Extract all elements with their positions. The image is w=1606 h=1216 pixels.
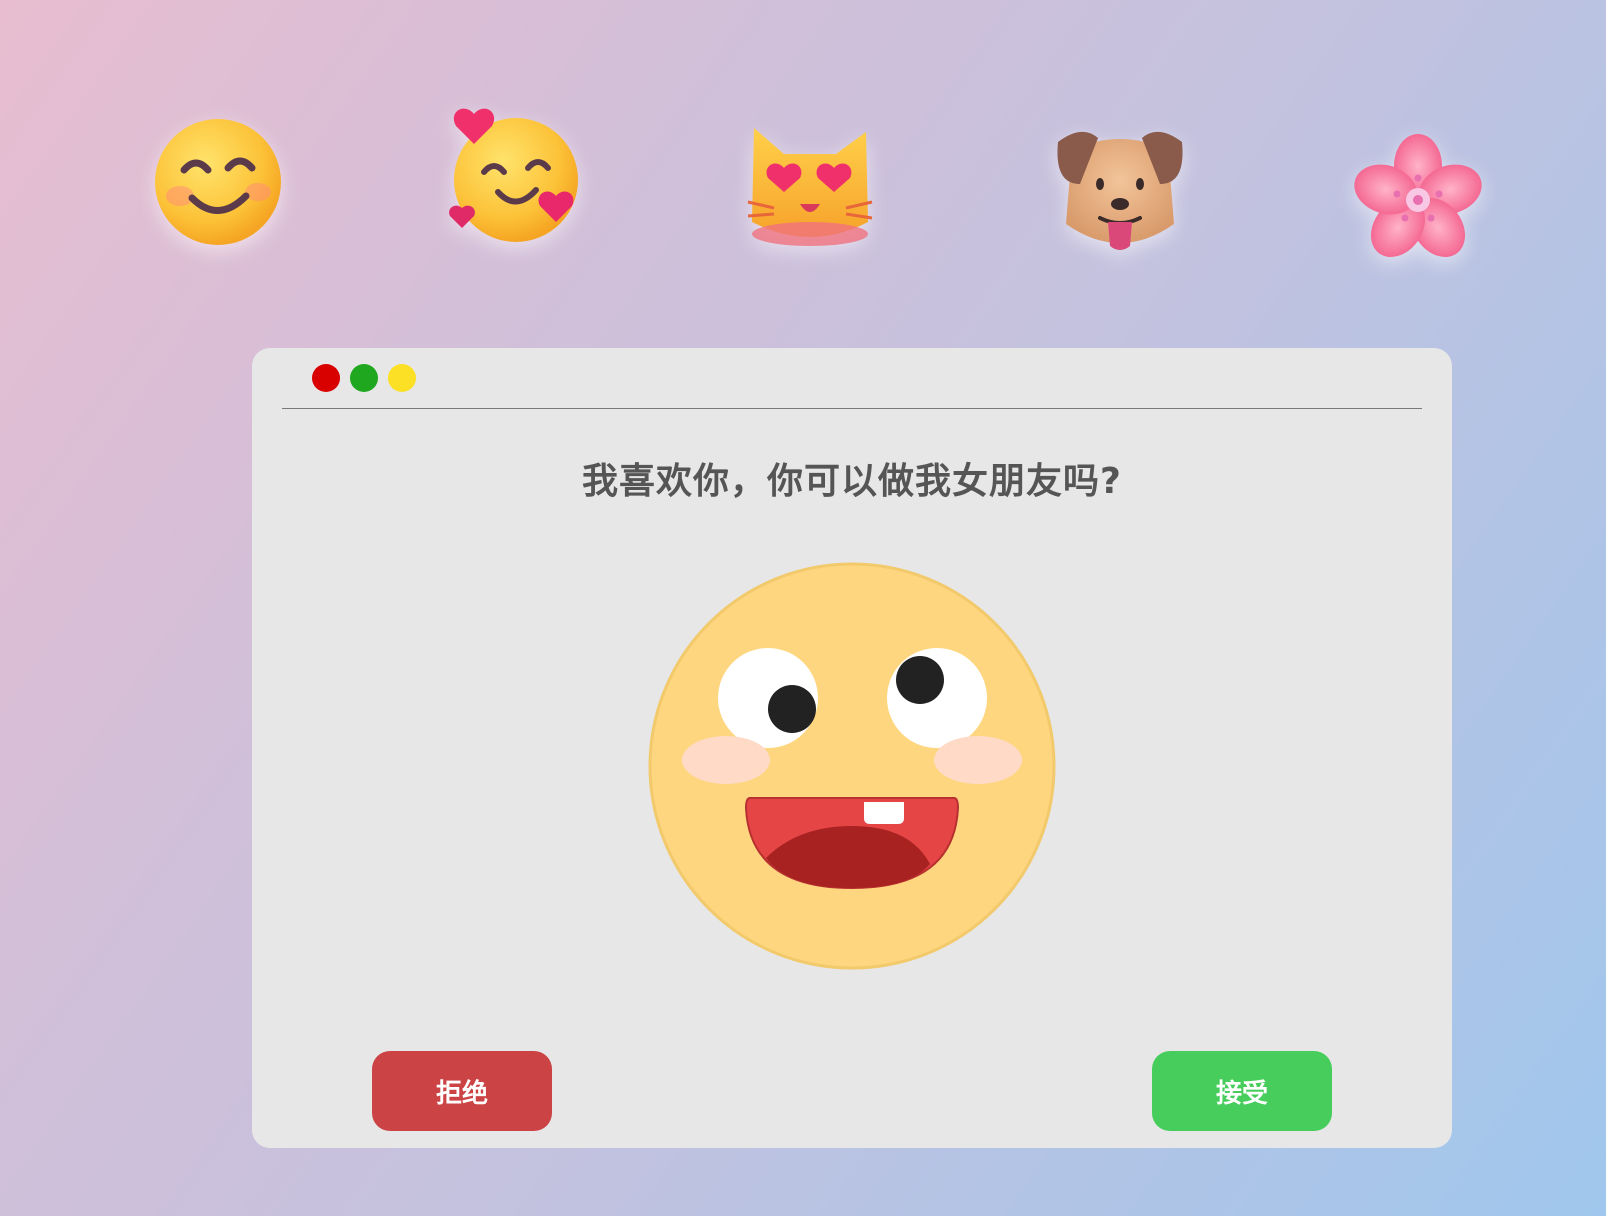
smiling-face-with-hearts-icon [449,108,578,242]
decorative-emoji-row [0,0,1606,300]
excited-face-icon [648,562,1056,970]
dog-face-icon [1057,131,1183,250]
smiling-face-icon [155,119,281,245]
minimize-window-button[interactable] [388,364,416,392]
maximize-window-button[interactable] [350,364,378,392]
window-titlebar [282,348,1422,409]
heart-eyes-cat-icon [747,128,873,246]
cherry-blossom-icon [1354,134,1482,257]
dialog-window: 我喜欢你，你可以做我女朋友吗? 拒绝 接受 [252,348,1452,1148]
reject-button[interactable]: 拒绝 [372,1051,552,1131]
question-text: 我喜欢你，你可以做我女朋友吗? [582,461,1122,502]
accept-button[interactable]: 接受 [1152,1051,1332,1131]
close-window-button[interactable] [312,364,340,392]
